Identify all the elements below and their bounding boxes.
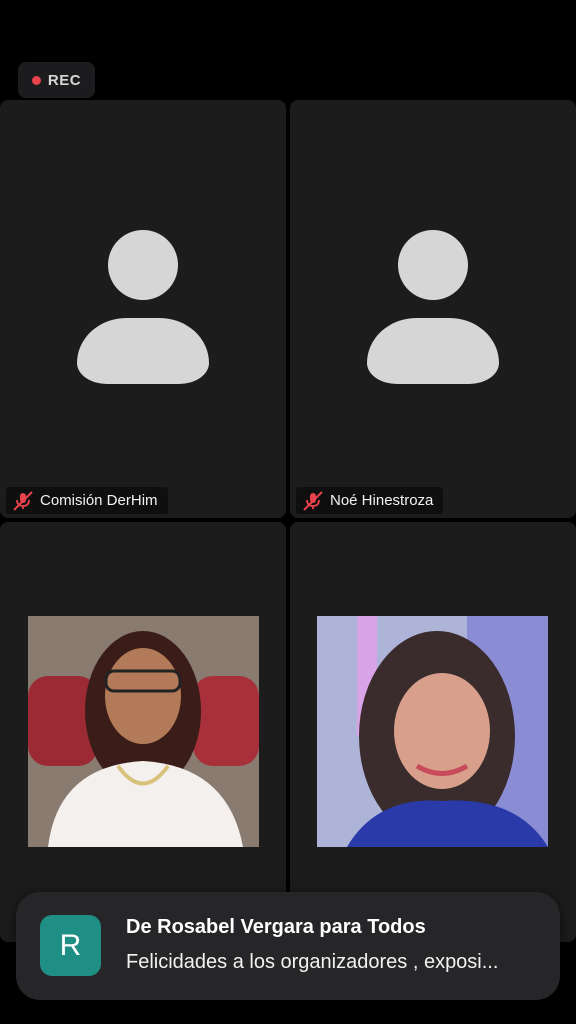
participant-name-tag: Noé Hinestroza xyxy=(296,487,444,514)
sender-avatar: R xyxy=(40,915,101,976)
avatar-placeholder-icon xyxy=(108,230,178,300)
participant-photo xyxy=(317,616,548,847)
microphone-muted-icon xyxy=(303,490,323,511)
sender-avatar-letter: R xyxy=(59,928,82,962)
recording-indicator[interactable]: REC xyxy=(18,62,95,98)
participant-tile[interactable]: Noé Hinestroza xyxy=(290,100,576,518)
participant-name: Comisión DerHim xyxy=(40,492,158,509)
avatar-placeholder-body xyxy=(367,318,499,384)
participant-name-tag: Comisión DerHim xyxy=(6,487,168,514)
participant-tile[interactable] xyxy=(0,522,286,942)
recording-label: REC xyxy=(47,71,82,89)
participant-tile[interactable]: Comisión DerHim xyxy=(0,100,286,518)
participant-tile[interactable] xyxy=(290,522,576,942)
recording-dot-icon xyxy=(31,75,41,85)
notification-title: De Rosabel Vergara para Todos xyxy=(126,916,426,938)
chat-notification[interactable]: R De Rosabel Vergara para Todos Felicida… xyxy=(16,892,560,1000)
participant-name: Noé Hinestroza xyxy=(330,492,434,509)
avatar-placeholder-icon xyxy=(398,230,468,300)
participant-photo xyxy=(28,616,259,847)
notification-message: Felicidades a los organizadores , exposi… xyxy=(126,951,499,973)
participant-portrait-image xyxy=(28,616,259,847)
participant-portrait-image xyxy=(317,616,548,847)
microphone-muted-icon xyxy=(13,490,33,511)
avatar-placeholder-body xyxy=(77,318,209,384)
